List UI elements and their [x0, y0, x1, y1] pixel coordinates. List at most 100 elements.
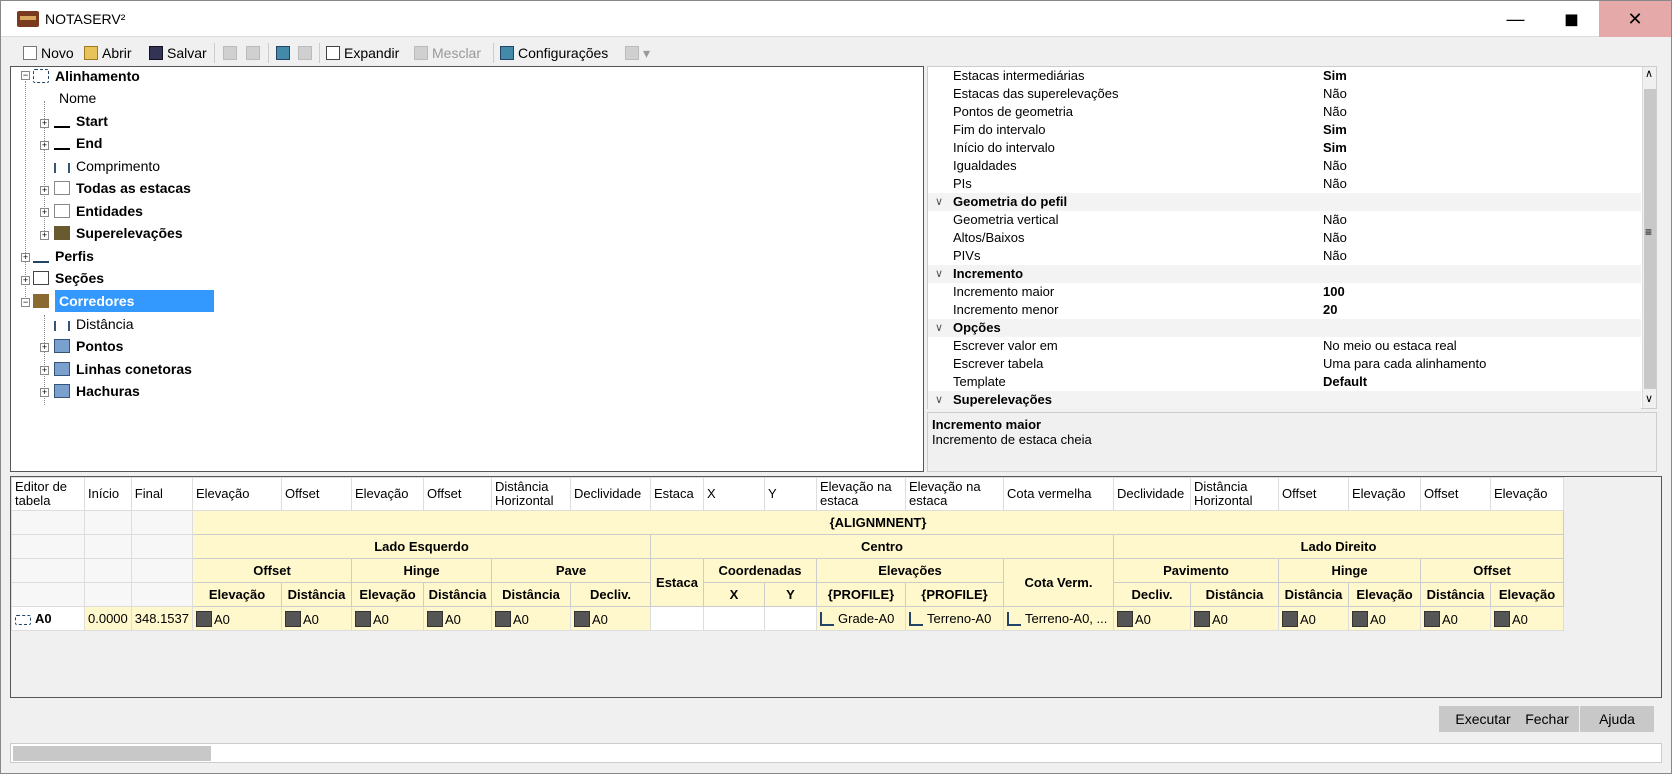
data-cell[interactable]: A0 [1113, 606, 1191, 631]
property-value[interactable]: Não [1323, 103, 1347, 121]
grid-icon-button-3[interactable] [276, 43, 294, 63]
property-value[interactable]: No meio ou estaca real [1323, 337, 1457, 355]
property-value[interactable]: Uma para cada alinhamento [1323, 355, 1486, 373]
property-row[interactable]: PIVs Não [928, 247, 1641, 265]
property-row[interactable]: Altos/Baixos Não [928, 229, 1641, 247]
property-row[interactable]: Estacas intermediárias Sim [928, 67, 1641, 85]
settings-button[interactable]: Configurações [500, 43, 608, 63]
data-cell[interactable]: A0 [351, 606, 424, 631]
scroll-up-icon[interactable]: ∧ [1645, 67, 1653, 80]
ajuda-button[interactable]: Ajuda [1580, 706, 1654, 732]
column-header[interactable]: Elevação [351, 477, 424, 511]
tree-node-hachuras[interactable]: Hachuras [54, 380, 140, 402]
expand-toggle[interactable]: + [40, 208, 49, 217]
horizontal-scrollbar[interactable] [10, 743, 1662, 763]
chevron-down-icon[interactable]: ∨ [935, 391, 943, 409]
expand-toggle[interactable]: + [40, 343, 49, 352]
data-cell[interactable]: A0 [423, 606, 492, 631]
data-cell[interactable]: A0 [570, 606, 651, 631]
expand-toggle[interactable]: + [40, 141, 49, 150]
column-header[interactable]: Offset [1278, 477, 1349, 511]
expand-button[interactable]: Expandir [326, 43, 399, 63]
property-row[interactable]: Escrever valor em No meio ou estaca real [928, 337, 1641, 355]
tree-node-linhas-conetoras[interactable]: Linhas conetoras [54, 358, 192, 380]
column-header[interactable]: Estaca [650, 477, 704, 511]
property-row[interactable]: Pontos de geometria Não [928, 103, 1641, 121]
tools-dropdown-button[interactable]: ▾ [625, 43, 650, 63]
expand-toggle[interactable]: + [40, 231, 49, 240]
chevron-down-icon[interactable]: ∨ [935, 193, 943, 211]
tree-node-alinhamento[interactable]: Alinhamento [33, 65, 140, 87]
property-value[interactable]: Não [1323, 211, 1347, 229]
column-header[interactable]: Elevação [1490, 477, 1564, 511]
expand-toggle[interactable]: + [40, 119, 49, 128]
column-header[interactable]: X [703, 477, 765, 511]
property-value[interactable]: Sim [1323, 139, 1347, 157]
data-cell[interactable]: A0 [1278, 606, 1349, 631]
column-header[interactable]: Distância Horizontal [491, 477, 571, 511]
data-cell[interactable]: A0 [192, 606, 282, 631]
expand-toggle[interactable]: + [40, 388, 49, 397]
chevron-down-icon[interactable]: ∨ [935, 265, 943, 283]
property-value[interactable]: Default [1323, 373, 1367, 391]
column-header[interactable]: Y [764, 477, 817, 511]
grid-icon-button-2[interactable] [246, 43, 264, 63]
tree-node-entidades[interactable]: Entidades [54, 200, 143, 222]
tree-node-pontos[interactable]: Pontos [54, 335, 123, 357]
maximize-button[interactable]: ◼ [1544, 1, 1599, 37]
data-cell[interactable]: A0 [1190, 606, 1279, 631]
property-value[interactable]: Não [1323, 175, 1347, 193]
data-cell[interactable]: A0 [1420, 606, 1491, 631]
x-cell[interactable] [703, 606, 765, 631]
column-header[interactable]: Declividade [570, 477, 651, 511]
row-name-cell[interactable]: A0 [11, 606, 85, 631]
profile-cell[interactable]: Grade-A0 [816, 606, 906, 631]
property-value[interactable]: Não [1323, 247, 1347, 265]
close-button[interactable]: ✕ [1599, 1, 1671, 37]
data-cell[interactable]: A0 [1490, 606, 1564, 631]
column-header[interactable]: Offset [281, 477, 352, 511]
property-value[interactable]: Sim [1323, 67, 1347, 85]
column-header[interactable]: Elevação [192, 477, 282, 511]
expand-toggle[interactable]: + [40, 366, 49, 375]
tree-node-comprimento[interactable]: Comprimento [54, 155, 160, 177]
property-row[interactable]: Estacas das superelevações Não [928, 85, 1641, 103]
grid-icon-button-4[interactable] [298, 43, 316, 63]
property-value[interactable]: Não [1323, 85, 1347, 103]
column-header[interactable]: Declividade [1113, 477, 1191, 511]
column-header[interactable]: Elevação [1348, 477, 1421, 511]
column-header[interactable]: Offset [423, 477, 492, 511]
profile-cell[interactable]: Terreno-A0 [905, 606, 1004, 631]
column-header[interactable]: Offset [1420, 477, 1491, 511]
column-header[interactable]: Elevação na estaca [816, 477, 906, 511]
property-value[interactable]: Sim [1323, 121, 1347, 139]
tree-node-secoes[interactable]: Seções [33, 267, 104, 289]
cota-cell[interactable]: Terreno-A0, ... [1003, 606, 1114, 631]
property-row[interactable]: PIs Não [928, 175, 1641, 193]
tree-node-end[interactable]: End [54, 132, 102, 154]
property-row[interactable]: Fim do intervalo Sim [928, 121, 1641, 139]
expand-toggle[interactable]: + [40, 186, 49, 195]
fechar-button[interactable]: Fechar [1515, 706, 1579, 732]
scroll-thumb[interactable] [13, 746, 211, 761]
property-value[interactable]: 100 [1323, 283, 1345, 301]
chevron-down-icon[interactable]: ∨ [935, 319, 943, 337]
property-category[interactable]: ∨ Incremento [928, 265, 1641, 283]
scroll-thumb[interactable] [1644, 89, 1656, 389]
y-cell[interactable] [764, 606, 817, 631]
new-button[interactable]: Novo [23, 43, 74, 63]
tree-node-corredores[interactable]: Corredores [55, 290, 215, 312]
property-row[interactable]: Incremento menor 20 [928, 301, 1641, 319]
tree-node-start[interactable]: Start [54, 110, 108, 132]
collapse-toggle[interactable]: − [21, 71, 30, 80]
executar-button[interactable]: Executar [1439, 706, 1527, 732]
scroll-down-icon[interactable]: ∨ [1645, 392, 1653, 405]
column-header[interactable]: Início [84, 477, 132, 511]
tree-node-nome[interactable]: Nome [59, 87, 96, 109]
tree-node-todas-estacas[interactable]: Todas as estacas [54, 177, 191, 199]
data-cell[interactable]: A0 [1348, 606, 1421, 631]
property-row[interactable]: Template Default [928, 373, 1641, 391]
merge-button[interactable]: Mesclar [414, 43, 481, 63]
inicio-cell[interactable]: 0.0000 [84, 606, 132, 631]
property-value[interactable]: Não [1323, 157, 1347, 175]
